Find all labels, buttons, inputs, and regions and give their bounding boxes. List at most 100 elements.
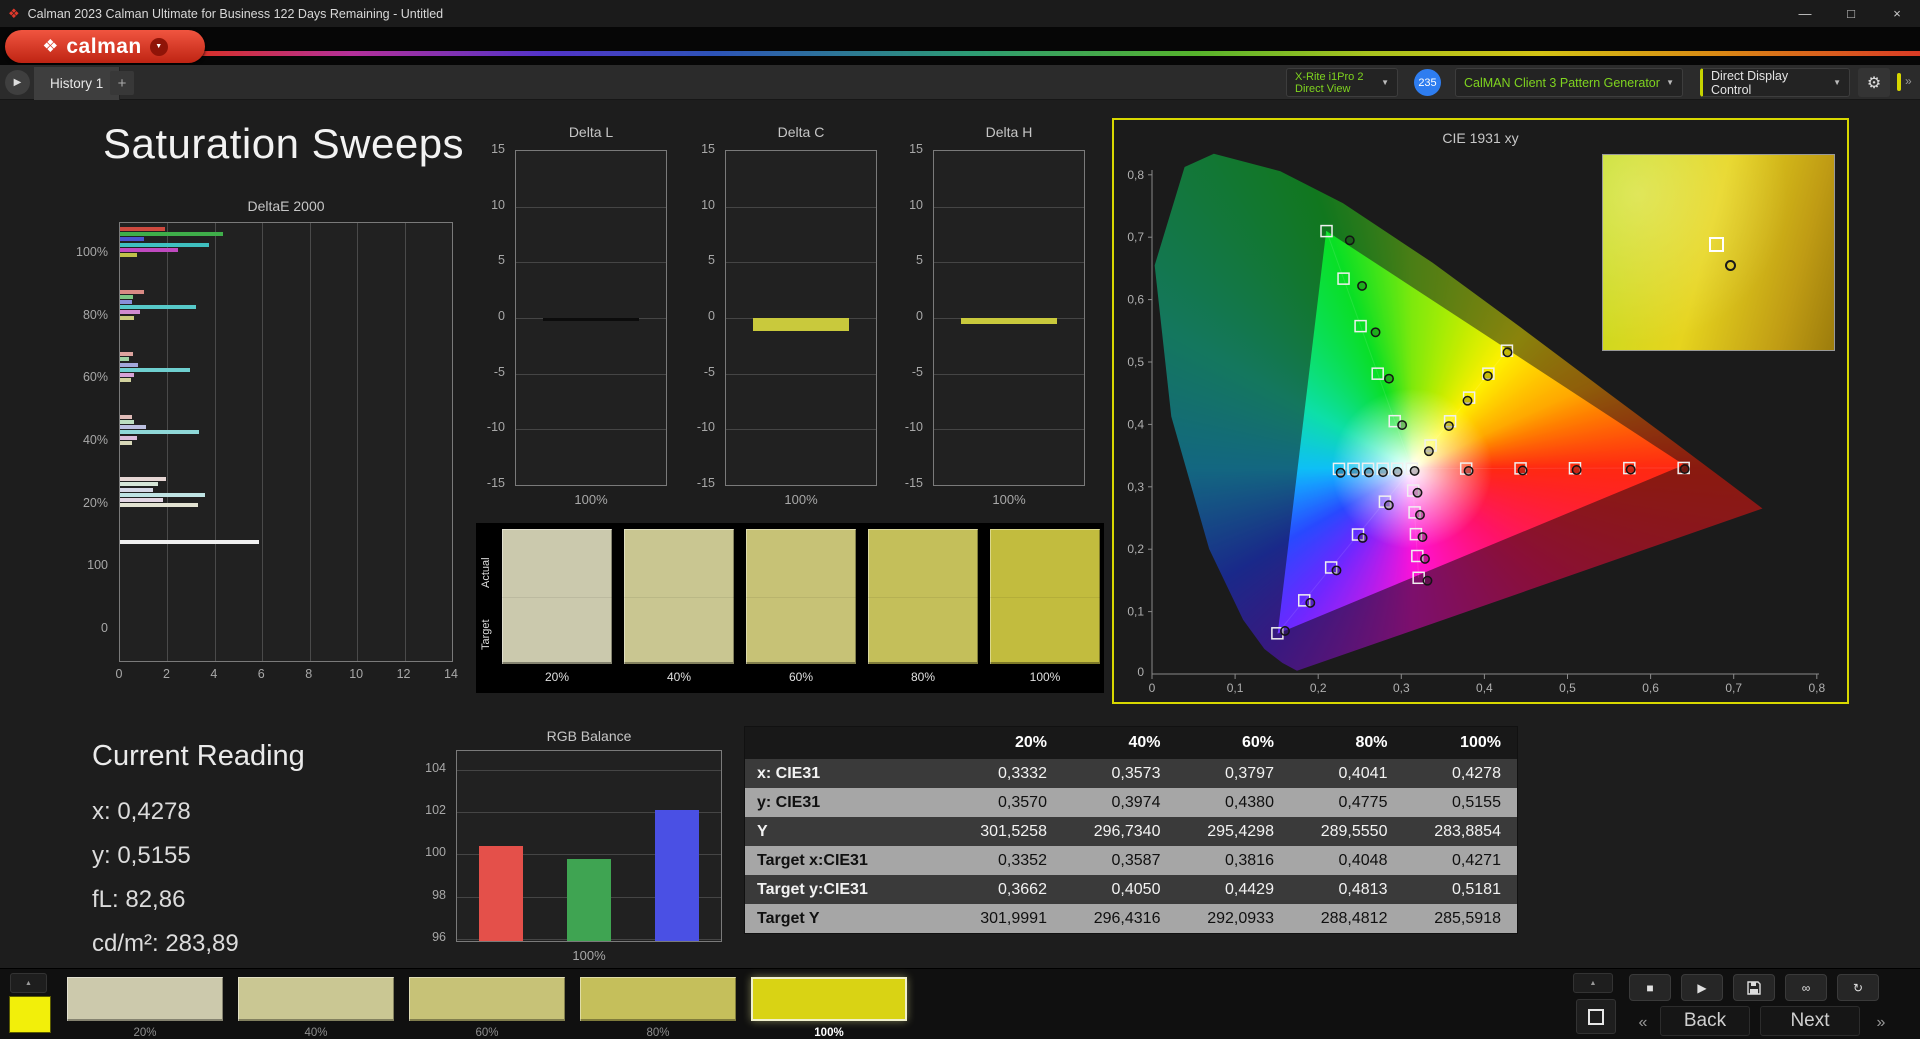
swatch-strip: Actual Target 20%40%60%80%100% <box>476 523 1104 693</box>
swatch-80% <box>868 529 978 664</box>
delta-c-ylabels: 151050-5-10-15 <box>679 150 721 486</box>
gridline <box>310 223 311 661</box>
y-tick-label: -5 <box>887 365 929 379</box>
y-tick-label: 100 <box>408 845 452 859</box>
refresh-icon: ↻ <box>1853 981 1863 995</box>
chevron-down-icon: ▼ <box>1833 78 1841 87</box>
svg-text:0,6: 0,6 <box>1127 293 1144 307</box>
y-tick-label: -5 <box>679 365 721 379</box>
swatch-cells: 20%40%60%80%100% <box>502 529 1100 689</box>
link-icon: ∞ <box>1802 981 1811 995</box>
tab-history-1[interactable]: History 1 <box>34 67 120 100</box>
delta-l-plot <box>515 150 667 486</box>
toolbar-overflow-button[interactable]: » <box>1905 74 1912 88</box>
deltae-bar <box>120 430 199 434</box>
y-tick-label: 5 <box>469 253 511 267</box>
collapse-right-button[interactable]: ▲ <box>1573 973 1613 993</box>
patch-100%[interactable] <box>751 977 907 1021</box>
svg-text:0,4: 0,4 <box>1127 417 1144 431</box>
calman-menu-button[interactable]: ❖ calman ▼ <box>5 30 205 63</box>
x-tick-label: 0 <box>109 667 129 681</box>
gridline <box>262 223 263 661</box>
close-button[interactable]: × <box>1874 0 1920 27</box>
svg-text:0,6: 0,6 <box>1642 681 1659 695</box>
rgb-plot <box>456 750 722 942</box>
value-cell: 0,5181 <box>1403 881 1517 899</box>
deltae-bar <box>120 310 140 314</box>
bottom-bar: ▲ 20%40%60%80%100% ▲ ■ ▶ ∞ ↻ « Back Next… <box>0 968 1920 1039</box>
value-cell: 292,0933 <box>1176 910 1290 928</box>
workflow-accent <box>1897 73 1901 91</box>
pattern-window-icon <box>1588 1009 1604 1025</box>
pattern-generator-selector[interactable]: CalMAN Client 3 Pattern Generator ▼ <box>1455 68 1683 97</box>
save-button[interactable] <box>1733 974 1775 1001</box>
inset-measured-marker <box>1725 260 1736 271</box>
delta-l-title: Delta L <box>515 124 667 140</box>
gridline <box>516 429 666 430</box>
last-page-button[interactable]: » <box>1868 1009 1894 1037</box>
value-cell: 0,3974 <box>1063 794 1177 812</box>
svg-text:0,1: 0,1 <box>1227 681 1244 695</box>
swatch-40% <box>624 529 734 664</box>
value-cell: 289,5550 <box>1290 823 1404 841</box>
reading-x: x: 0,4278 <box>92 790 239 834</box>
deltae-bar <box>120 300 132 304</box>
value-cell: 0,4429 <box>1176 881 1290 899</box>
gridline <box>934 429 1084 430</box>
patch-label: 100% <box>751 1027 907 1039</box>
swatch-100% <box>990 529 1100 664</box>
x-tick-label: 10 <box>346 667 366 681</box>
deltae-bar <box>120 305 196 309</box>
patch-40%[interactable] <box>238 977 394 1021</box>
delta-c-title: Delta C <box>725 124 877 140</box>
svg-text:0: 0 <box>1149 681 1156 695</box>
calman-logo-text: calman <box>66 35 141 59</box>
gridline <box>516 374 666 375</box>
meter-count-badge[interactable]: 235 <box>1414 69 1441 96</box>
link-button[interactable]: ∞ <box>1785 974 1827 1001</box>
back-button[interactable]: Back <box>1660 1006 1750 1036</box>
deltae-bar <box>120 227 165 231</box>
meter-selector[interactable]: X-Rite i1Pro 2 Direct View ▼ <box>1286 68 1398 97</box>
delta-l-ylabels: 151050-5-10-15 <box>469 150 511 486</box>
add-tab-button[interactable]: + <box>110 71 134 95</box>
app-window: ❖ Calman 2023 Calman Ultimate for Busine… <box>0 0 1920 1039</box>
patch-60%[interactable] <box>409 977 565 1021</box>
minimize-button[interactable]: — <box>1782 0 1828 27</box>
next-button[interactable]: Next <box>1760 1006 1860 1036</box>
first-page-button[interactable]: « <box>1630 1009 1656 1037</box>
maximize-button[interactable]: □ <box>1828 0 1874 27</box>
y-tick-label: 10 <box>887 198 929 212</box>
stop-icon: ■ <box>1646 981 1653 995</box>
y-tick-label: 98 <box>408 888 452 902</box>
patch-80%[interactable] <box>580 977 736 1021</box>
swatch-60% <box>746 529 856 664</box>
display-control-selector[interactable]: Direct Display Control ▼ <box>1700 68 1850 97</box>
current-color-chip <box>9 996 51 1033</box>
refresh-button[interactable]: ↻ <box>1837 974 1879 1001</box>
deltae-bar <box>120 373 134 377</box>
y-tick-label: 10 <box>469 198 511 212</box>
play-button[interactable]: ▶ <box>1681 974 1723 1001</box>
tab-scroll-button[interactable]: ▶ <box>5 70 30 95</box>
collapse-left-button[interactable]: ▲ <box>10 973 47 993</box>
swatch-label: 80% <box>868 670 978 684</box>
patch-20%[interactable] <box>67 977 223 1021</box>
deltae-bar <box>120 237 144 241</box>
value-cell: 301,5258 <box>949 823 1063 841</box>
patch-label: 80% <box>580 1027 736 1039</box>
category-label: 40% <box>62 433 114 447</box>
meter-mode: Direct View <box>1295 83 1363 95</box>
rgb-bar-red <box>479 846 523 941</box>
value-cell: 283,8854 <box>1403 823 1517 841</box>
gridline <box>516 262 666 263</box>
pattern-window-button[interactable] <box>1576 999 1616 1034</box>
deltae-bar <box>120 415 132 419</box>
stop-button[interactable]: ■ <box>1629 974 1671 1001</box>
rgb-balance-title: RGB Balance <box>456 728 722 744</box>
column-header: 40% <box>1063 734 1177 752</box>
row-label: Target y:CIE31 <box>745 881 949 899</box>
y-tick-label: -15 <box>469 476 511 490</box>
settings-button[interactable]: ⚙ <box>1858 68 1890 97</box>
svg-text:0,1: 0,1 <box>1127 605 1144 619</box>
